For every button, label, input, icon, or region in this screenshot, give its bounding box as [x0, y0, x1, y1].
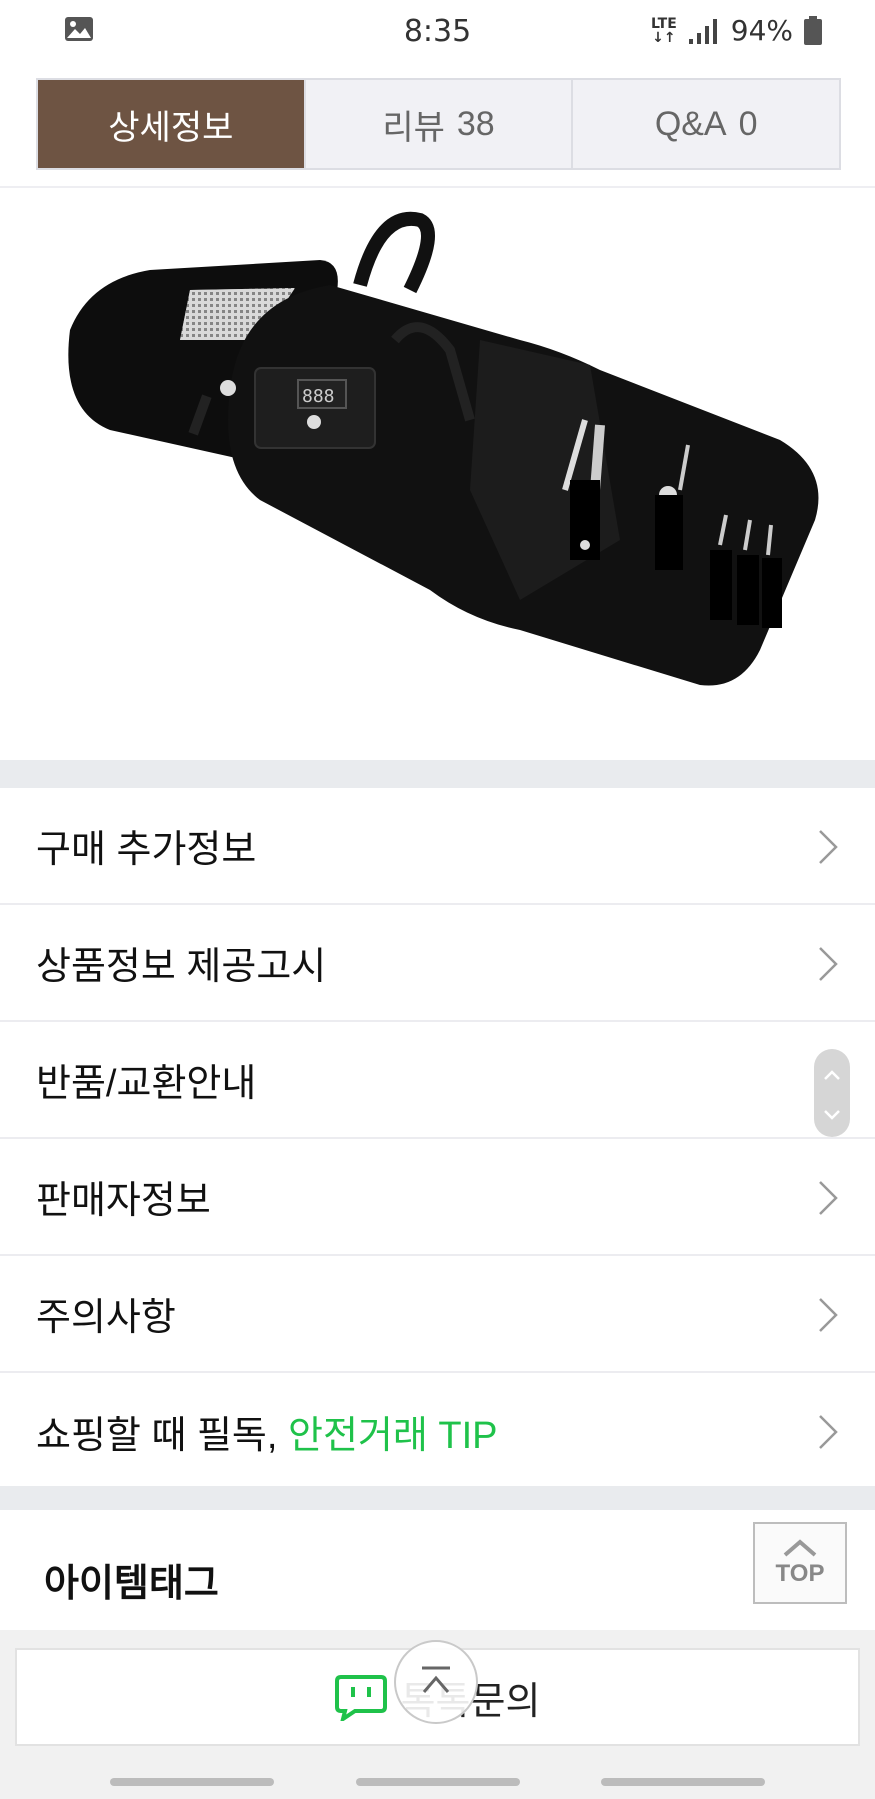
chevron-right-icon	[819, 830, 838, 864]
nav-home[interactable]	[356, 1778, 520, 1786]
chevron-right-icon	[819, 1415, 838, 1449]
menu-item-purchase-info[interactable]: 구매 추가정보	[0, 788, 875, 905]
signal-icon	[688, 18, 717, 44]
item-tag-section: 아이템태그 TOP	[0, 1510, 875, 1630]
section-separator	[0, 760, 875, 788]
detail-tabs: 상세정보 리뷰 38 Q&A 0	[36, 78, 841, 170]
fast-scroll-handle[interactable]	[814, 1049, 850, 1137]
tab-label: 리뷰	[382, 108, 445, 147]
menu-item-label: 판매자정보	[36, 1180, 211, 1222]
menu-item-product-notice[interactable]: 상품정보 제공고시	[0, 905, 875, 1022]
menu-item-return-exchange[interactable]: 반품/교환안내	[0, 1022, 875, 1139]
nav-back[interactable]	[601, 1778, 765, 1786]
tab-label: Q&A	[654, 104, 727, 143]
top-button[interactable]: TOP	[753, 1522, 847, 1604]
divider	[0, 186, 875, 188]
network-type: LTE	[651, 15, 677, 32]
tab-detail-info[interactable]: 상세정보	[38, 80, 306, 168]
battery-icon	[804, 15, 822, 45]
tool-case-illustration: 888	[68, 211, 819, 686]
menu-item-seller-info[interactable]: 판매자정보	[0, 1139, 875, 1256]
tab-reviews[interactable]: 리뷰 38	[306, 80, 574, 168]
tab-count: 0	[738, 104, 758, 143]
section-separator	[0, 1486, 875, 1510]
menu-item-label: 쇼핑할 때 필독,	[36, 1415, 288, 1457]
lte-indicator: LTE ↓↑	[651, 17, 677, 45]
tab-count: 38	[456, 104, 495, 143]
status-bar: 8:35 LTE ↓↑ 94%	[0, 0, 875, 62]
menu-item-safe-trade-tip[interactable]: 쇼핑할 때 필독, 안전거래 TIP	[0, 1373, 875, 1490]
svg-text:888: 888	[302, 386, 335, 407]
nav-recent-apps[interactable]	[110, 1778, 274, 1786]
info-menu: 구매 추가정보 상품정보 제공고시 반품/교환안내 판매자정보 주의사항 쇼핑할…	[0, 788, 875, 1490]
menu-item-cautions[interactable]: 주의사항	[0, 1256, 875, 1373]
scroll-to-top-fab[interactable]	[394, 1640, 478, 1724]
chevron-right-icon	[819, 1298, 838, 1332]
talktalk-icon	[334, 1675, 387, 1721]
menu-item-label: 반품/교환안내	[36, 1063, 257, 1105]
menu-item-label: 주의사항	[36, 1297, 176, 1339]
product-image: 888	[0, 190, 875, 760]
chevron-down-icon	[824, 1110, 840, 1120]
top-button-label: TOP	[775, 1560, 825, 1587]
chevron-right-icon	[819, 1181, 838, 1215]
battery-percent: 94%	[730, 14, 793, 47]
menu-item-label: 상품정보 제공고시	[36, 946, 327, 988]
chevron-up-icon	[783, 1539, 817, 1557]
menu-item-label: 구매 추가정보	[36, 829, 257, 871]
tab-qna[interactable]: Q&A 0	[573, 80, 839, 168]
tab-label: 상세정보	[108, 108, 234, 147]
chevron-up-icon	[824, 1070, 840, 1080]
chevron-right-icon	[819, 947, 838, 981]
data-arrows-icon: ↓↑	[652, 29, 676, 46]
safe-trade-highlight: 안전거래 TIP	[288, 1415, 498, 1457]
scroll-top-icon	[422, 1666, 450, 1693]
item-tag-title: 아이템태그	[44, 1563, 219, 1605]
